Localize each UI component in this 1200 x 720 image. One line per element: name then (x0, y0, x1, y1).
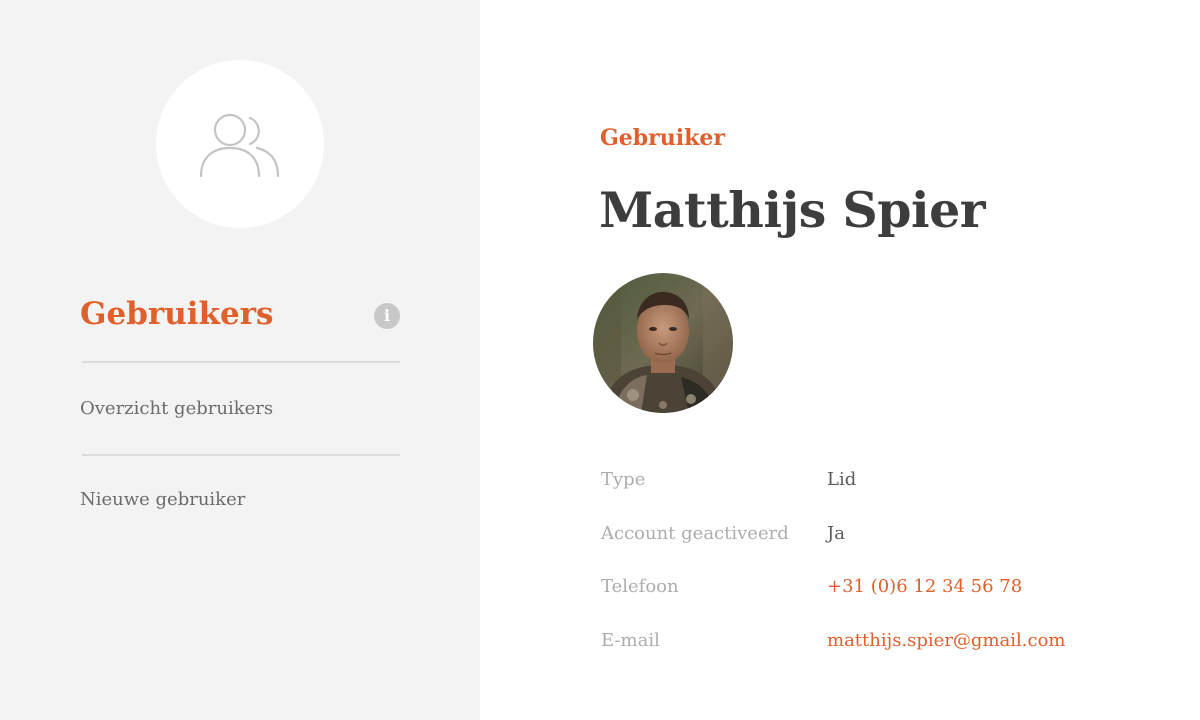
page-title: Matthijs Spier (599, 181, 986, 239)
detail-value-account-activated: Ja (827, 523, 845, 544)
phone-link[interactable]: +31 (0)6 12 34 56 78 (827, 576, 1022, 597)
email-link[interactable]: matthijs.spier@gmail.com (827, 630, 1065, 651)
nav-item-new-user[interactable]: Nieuwe gebruiker (80, 488, 245, 512)
sidebar-divider (82, 361, 400, 363)
detail-value-email-container: matthijs.spier@gmail.com (827, 629, 1065, 653)
nav-item-overview-users[interactable]: Overzicht gebruikers (80, 397, 273, 421)
sidebar-heading: Gebruikers (80, 296, 274, 332)
sidebar: Gebruikers i Overzicht gebruikers Nieuwe… (0, 0, 480, 720)
section-icon-badge (156, 60, 324, 228)
detail-label-phone: Telefoon (601, 576, 679, 597)
detail-label-type: Type (601, 469, 646, 490)
info-icon[interactable]: i (374, 303, 400, 329)
detail-label-email: E-mail (601, 630, 660, 651)
detail-label-account-activated: Account geactiveerd (601, 523, 789, 544)
user-detail-panel: Gebruiker Matthijs Spier Type Lid Accoun… (480, 0, 1200, 720)
detail-value-type: Lid (827, 469, 857, 490)
user-photo (593, 273, 733, 413)
page-eyebrow: Gebruiker (600, 125, 725, 151)
avatar (593, 273, 733, 413)
detail-value-phone-container: +31 (0)6 12 34 56 78 (827, 575, 1022, 599)
sidebar-divider (82, 454, 400, 456)
app: Gebruikers i Overzicht gebruikers Nieuwe… (0, 0, 1200, 720)
users-icon (199, 113, 280, 178)
